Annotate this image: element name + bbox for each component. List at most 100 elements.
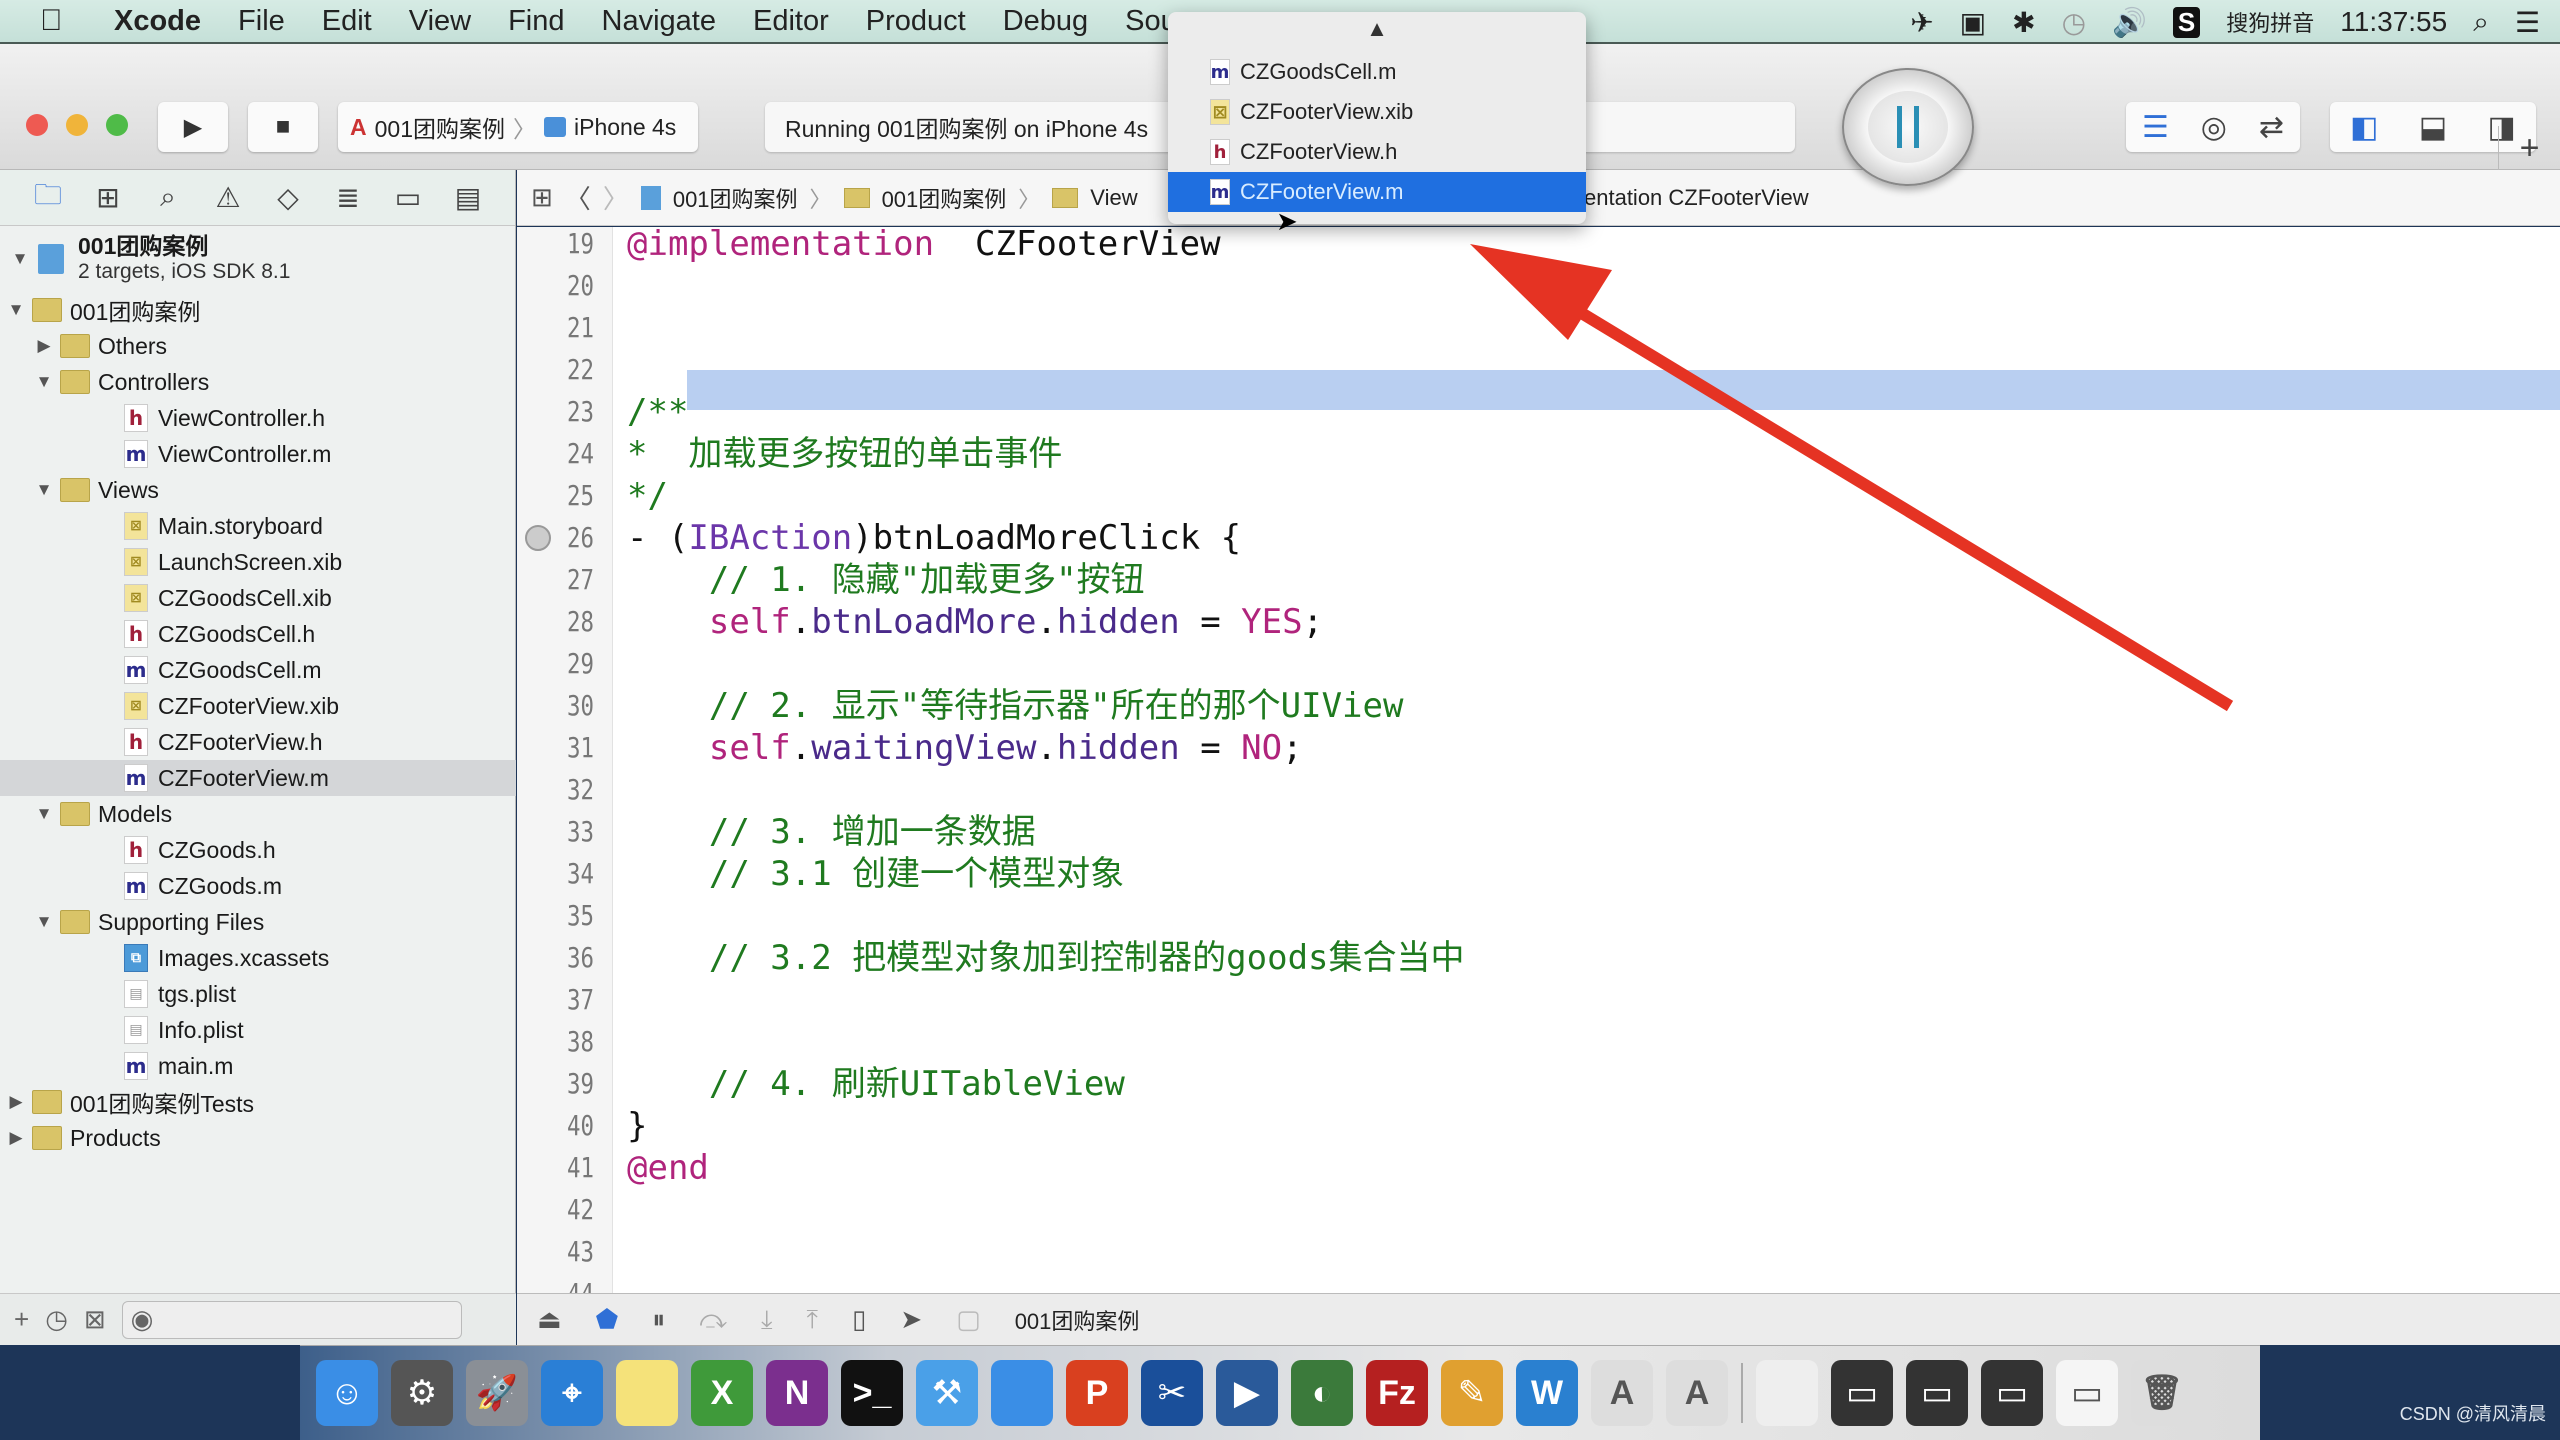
tree-file[interactable]: h CZGoods.h bbox=[0, 832, 516, 868]
standard-editor-icon[interactable]: ☰ bbox=[2142, 110, 2169, 145]
dock-app-font-b[interactable]: A bbox=[1666, 1360, 1728, 1426]
breakpoint-navigator-icon[interactable]: ▭ bbox=[394, 181, 422, 214]
tree-file[interactable]: ▤ Info.plist bbox=[0, 1012, 516, 1048]
tree-file[interactable]: ⊠ CZGoodsCell.xib bbox=[0, 580, 516, 616]
dock-app-filezilla[interactable]: Fz bbox=[1366, 1360, 1428, 1426]
tree-file[interactable]: m CZGoods.m bbox=[0, 868, 516, 904]
dock-app-word[interactable]: W bbox=[1516, 1360, 1578, 1426]
disclosure-open-icon[interactable]: ▼ bbox=[6, 300, 26, 320]
dock-app-screen-1[interactable]: ▭ bbox=[1831, 1360, 1893, 1426]
pause-execution-icon[interactable]: ⏸ bbox=[652, 1304, 665, 1336]
filter-input[interactable]: ◉ bbox=[121, 1300, 462, 1339]
tree-file[interactable]: m ViewController.m bbox=[0, 436, 516, 472]
dock-app-terminal[interactable]: >_ bbox=[841, 1360, 903, 1426]
test-navigator-icon[interactable]: ◇ bbox=[274, 181, 302, 214]
back-button[interactable]: 〈 bbox=[565, 179, 591, 216]
tree-file[interactable]: ⊠ CZFooterView.xib bbox=[0, 688, 516, 724]
menu-view[interactable]: View bbox=[409, 5, 471, 38]
tree-file[interactable]: h CZGoodsCell.h bbox=[0, 616, 516, 652]
tree-file[interactable]: m CZFooterView.m bbox=[0, 760, 516, 796]
tree-file[interactable]: m CZGoodsCell.m bbox=[0, 652, 516, 688]
volume-icon[interactable]: 🔊 bbox=[2112, 6, 2147, 39]
dock-app-notes[interactable] bbox=[616, 1360, 678, 1426]
dock-app-screen-2[interactable]: ▭ bbox=[1906, 1360, 1968, 1426]
menu-find[interactable]: Find bbox=[508, 5, 564, 38]
scheme-selector[interactable]: A 001团购案例 〉 iPhone 4s bbox=[338, 102, 698, 152]
report-navigator-icon[interactable]: ▤ bbox=[454, 181, 482, 214]
view-hierarchy-icon[interactable]: ▯ bbox=[852, 1304, 866, 1335]
tree-folder[interactable]: ▶ Products bbox=[0, 1120, 516, 1156]
notification-center-icon[interactable]: ☰ bbox=[2515, 6, 2540, 39]
breakpoints-toggle-icon[interactable]: ⬟ bbox=[596, 1304, 619, 1335]
dock-app-network[interactable]: ◐ bbox=[1291, 1360, 1353, 1426]
menu-product[interactable]: Product bbox=[866, 5, 966, 38]
dock-app-screenshot[interactable]: ✂ bbox=[1141, 1360, 1203, 1426]
tree-file[interactable]: ⧉ Images.xcassets bbox=[0, 940, 516, 976]
dock-app-safari[interactable]: ⌖ bbox=[541, 1360, 603, 1426]
step-over-icon[interactable]: ⤼ bbox=[699, 1304, 727, 1336]
step-into-icon[interactable]: ⤓ bbox=[761, 1304, 773, 1336]
find-navigator-icon[interactable]: ⌕ bbox=[154, 181, 182, 214]
disclosure-closed-icon[interactable]: ▶ bbox=[34, 336, 54, 356]
dock-app-trash[interactable]: 🗑 bbox=[2131, 1360, 2193, 1426]
breadcrumb-views[interactable]: View bbox=[1090, 185, 1137, 211]
editor-mode-segment[interactable]: ☰ ◎ ⇄ bbox=[2126, 102, 2300, 152]
menu-navigate[interactable]: Navigate bbox=[602, 5, 716, 38]
recording-pause-button[interactable] bbox=[1842, 68, 1974, 186]
dock-app-launchpad[interactable]: 🚀 bbox=[466, 1360, 528, 1426]
connection-indicator-icon[interactable] bbox=[525, 525, 551, 551]
spotlight-icon[interactable]: ⌕ bbox=[2473, 6, 2489, 39]
tree-file[interactable]: h CZFooterView.h bbox=[0, 724, 516, 760]
dock-app-font-a[interactable]: A bbox=[1591, 1360, 1653, 1426]
tree-file[interactable]: ⊠ Main.storyboard bbox=[0, 508, 516, 544]
device-name[interactable]: iPhone 4s bbox=[574, 114, 676, 141]
menu-edit[interactable]: Edit bbox=[322, 5, 372, 38]
disclosure-open-icon[interactable]: ▼ bbox=[10, 249, 30, 269]
menu-editor[interactable]: Editor bbox=[753, 5, 829, 38]
recent-files-icon[interactable]: ◷ bbox=[45, 1304, 68, 1335]
hide-debug-area-icon[interactable]: ⏏ bbox=[537, 1304, 562, 1335]
dock-app-simulator[interactable] bbox=[991, 1360, 1053, 1426]
disclosure-open-icon[interactable]: ▼ bbox=[34, 372, 54, 392]
file-menu-item[interactable]: m CZGoodsCell.m bbox=[1168, 52, 1586, 92]
time-machine-icon[interactable]: ◷ bbox=[2062, 6, 2086, 39]
add-file-icon[interactable]: + bbox=[14, 1304, 29, 1335]
disclosure-closed-icon[interactable]: ▶ bbox=[6, 1128, 26, 1148]
assistant-editor-icon[interactable]: ◎ bbox=[2201, 110, 2227, 145]
airplane-icon[interactable]: ✈ bbox=[1910, 6, 1933, 39]
tree-folder[interactable]: ▼ 001团购案例 bbox=[0, 292, 516, 328]
version-editor-icon[interactable]: ⇄ bbox=[2259, 110, 2284, 145]
debug-navigator-icon[interactable]: ≣ bbox=[334, 181, 362, 214]
tree-folder[interactable]: ▼ Models bbox=[0, 796, 516, 832]
dock-app-system-preferences[interactable]: ⚙ bbox=[391, 1360, 453, 1426]
disclosure-open-icon[interactable]: ▼ bbox=[34, 912, 54, 932]
dock-app-video[interactable]: ▶ bbox=[1216, 1360, 1278, 1426]
breadcrumb-symbol[interactable]: entation CZFooterView bbox=[1584, 185, 1809, 211]
screen-record-icon[interactable]: ▣ bbox=[1960, 6, 1986, 39]
input-method[interactable]: 搜狗拼音 bbox=[2226, 6, 2314, 38]
file-menu-item[interactable]: ⊠ CZFooterView.xib bbox=[1168, 92, 1586, 132]
project-root[interactable]: ▼ 001团购案例 2 targets, iOS SDK 8.1 bbox=[0, 230, 516, 288]
zoom-window-button[interactable] bbox=[106, 114, 128, 136]
tree-folder[interactable]: ▼ Supporting Files bbox=[0, 904, 516, 940]
disclosure-open-icon[interactable]: ▼ bbox=[34, 804, 54, 824]
project-navigator-icon[interactable]: 🗀 bbox=[34, 174, 62, 222]
dock-app-instruments[interactable]: ✎ bbox=[1441, 1360, 1503, 1426]
breadcrumb-project[interactable]: 001团购案例 bbox=[673, 182, 798, 214]
breadcrumb-group[interactable]: 001团购案例 bbox=[882, 182, 1007, 214]
tree-folder[interactable]: ▼ Views bbox=[0, 472, 516, 508]
menu-app[interactable]: Xcode bbox=[114, 5, 201, 38]
scroll-up-icon[interactable]: ▲ bbox=[1168, 16, 1586, 52]
dock-app-folder[interactable]: ▭ bbox=[2056, 1360, 2118, 1426]
minimize-window-button[interactable] bbox=[66, 114, 88, 136]
tree-folder[interactable]: ▶ 001团购案例Tests bbox=[0, 1084, 516, 1120]
disclosure-open-icon[interactable]: ▼ bbox=[34, 480, 54, 500]
dock-app-preview[interactable] bbox=[1756, 1360, 1818, 1426]
sogou-icon[interactable]: S bbox=[2172, 6, 2201, 38]
issue-navigator-icon[interactable]: ⚠ bbox=[214, 181, 242, 214]
menu-debug[interactable]: Debug bbox=[1003, 5, 1088, 38]
stop-button[interactable]: ■ bbox=[248, 102, 318, 152]
scm-status-icon[interactable]: ⊠ bbox=[84, 1304, 106, 1335]
dock-app-finder[interactable]: ☺ bbox=[316, 1360, 378, 1426]
step-out-icon[interactable]: ⤒ bbox=[807, 1304, 819, 1336]
